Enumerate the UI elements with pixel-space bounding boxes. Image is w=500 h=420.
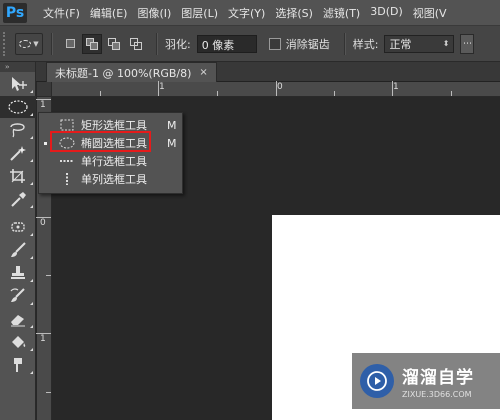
ruler-origin[interactable] (37, 82, 52, 97)
antialias-checkbox[interactable] (268, 37, 281, 50)
rectangular-marquee-icon (59, 119, 75, 131)
menu-view[interactable]: 视图(V (413, 5, 447, 21)
menu-3d[interactable]: 3D(D) (370, 5, 403, 21)
more-options-button[interactable]: ⋯ (460, 33, 475, 54)
flyout-item-single-row-marquee[interactable]: 单行选框工具 (39, 152, 184, 170)
brush-tool[interactable] (0, 239, 36, 261)
ruler-label: 1 (159, 82, 165, 92)
tools-panel: ›› (0, 62, 36, 420)
style-value: 正常 (389, 37, 412, 51)
ruler-label: 0 (40, 218, 46, 228)
menu-select[interactable]: 选择(S) (275, 5, 313, 21)
marquee-tool-flyout: 矩形选框工具 M 椭圆选框工具 M 单行选框工具 单列选框工具 (38, 112, 183, 194)
crop-tool[interactable] (0, 165, 36, 187)
menu-edit[interactable]: 编辑(E) (90, 5, 128, 21)
history-brush-icon (10, 288, 25, 302)
document-title: 未标题-1 @ 100%(RGB/8) (55, 66, 192, 80)
red-highlight-annotation (50, 131, 151, 152)
selected-bullet (44, 141, 47, 145)
menu-file[interactable]: 文件(F) (43, 5, 80, 21)
move-tool[interactable] (0, 73, 36, 95)
new-selection-button[interactable] (60, 34, 80, 54)
smudge-icon (14, 358, 22, 372)
ellipse-marquee-icon (19, 39, 32, 48)
flyout-item-single-column-marquee[interactable]: 单列选框工具 (39, 170, 184, 188)
add-to-selection-button[interactable] (82, 33, 102, 54)
magic-wand-icon (10, 146, 26, 161)
close-icon[interactable]: × (199, 67, 207, 78)
intersect-selection-icon (130, 37, 142, 50)
divider (343, 32, 345, 55)
divider (51, 32, 52, 55)
collapse-toggle[interactable]: ›› (0, 62, 35, 72)
eraser-icon (11, 315, 25, 327)
paint-bucket-tool[interactable] (0, 331, 36, 353)
healing-brush-icon (11, 222, 25, 232)
ruler-label: 1 (40, 100, 46, 110)
antialias-label: 消除锯齿 (285, 37, 330, 51)
lasso-icon (10, 123, 25, 138)
subtract-selection-icon (108, 37, 120, 50)
menu-filter[interactable]: 滤镜(T) (323, 5, 360, 21)
brush-icon (11, 242, 26, 257)
healing-brush-tool[interactable] (0, 216, 36, 238)
feather-label: 羽化: (165, 37, 191, 51)
clone-stamp-tool[interactable] (0, 262, 36, 284)
eraser-tool[interactable] (0, 308, 36, 330)
stamp-icon (11, 266, 25, 279)
horizontal-ruler[interactable]: 1 0 1 (37, 81, 500, 97)
history-brush-tool[interactable] (0, 285, 36, 307)
menu-layer[interactable]: 图层(L) (181, 5, 218, 21)
shortcut-key: M (167, 136, 177, 150)
ruler-label: 1 (393, 82, 399, 92)
add-selection-icon (86, 37, 98, 50)
single-row-marquee-icon (59, 155, 75, 167)
style-select[interactable]: 正常 ⬍ (384, 34, 455, 53)
subtract-from-selection-button[interactable] (104, 34, 124, 54)
updown-arrow-icon: ⬍ (442, 39, 450, 48)
flyout-item-label: 单列选框工具 (81, 173, 147, 186)
watermark-title: 溜溜自学 (402, 368, 474, 388)
paint-bucket-icon (12, 336, 26, 348)
feather-input[interactable]: 0 像素 (196, 34, 257, 53)
shortcut-key: M (167, 118, 177, 132)
tool-preset-picker[interactable]: ▼ (15, 32, 43, 55)
play-logo-icon (360, 364, 394, 398)
menu-type[interactable]: 文字(Y) (228, 5, 265, 21)
menu-bar: Ps 文件(F) 编辑(E) 图像(I) 图层(L) 文字(Y) 选择(S) 滤… (0, 0, 500, 26)
flyout-item-label: 单行选框工具 (81, 155, 147, 168)
intersect-selection-button[interactable] (126, 34, 146, 54)
crop-icon (10, 169, 25, 183)
menu-items: 文件(F) 编辑(E) 图像(I) 图层(L) 文字(Y) 选择(S) 滤镜(T… (43, 5, 457, 21)
move-icon (12, 77, 27, 91)
menu-image[interactable]: 图像(I) (137, 5, 171, 21)
ruler-label: 0 (277, 82, 283, 92)
new-selection-icon (65, 39, 75, 48)
document-tab[interactable]: 未标题-1 @ 100%(RGB/8) × (46, 62, 217, 82)
elliptical-marquee-icon (8, 100, 28, 114)
divider (156, 32, 157, 55)
options-bar: ▼ 羽化: 0 像素 消除锯齿 样式: 正常 ⬍ ⋯ (0, 26, 500, 62)
eyedropper-tool[interactable] (0, 188, 36, 210)
watermark: 溜溜自学 ZIXUE.3D66.COM (352, 353, 500, 409)
ruler-label: 1 (40, 334, 46, 344)
options-grip[interactable] (3, 31, 9, 56)
overflow-icon: ⋯ (462, 38, 472, 49)
watermark-url: ZIXUE.3D66.COM (402, 390, 472, 399)
single-column-marquee-icon (59, 173, 75, 185)
magic-wand-tool[interactable] (0, 142, 36, 164)
document-tab-bar: 未标题-1 @ 100%(RGB/8) × (36, 62, 500, 82)
chevron-down-icon: ▼ (33, 39, 39, 48)
style-label: 样式: (352, 37, 379, 51)
eyedropper-icon (11, 192, 26, 207)
marquee-tool[interactable] (0, 96, 36, 118)
lasso-tool[interactable] (0, 119, 36, 141)
photoshop-logo: Ps (3, 2, 27, 23)
smudge-tool[interactable] (0, 354, 36, 376)
